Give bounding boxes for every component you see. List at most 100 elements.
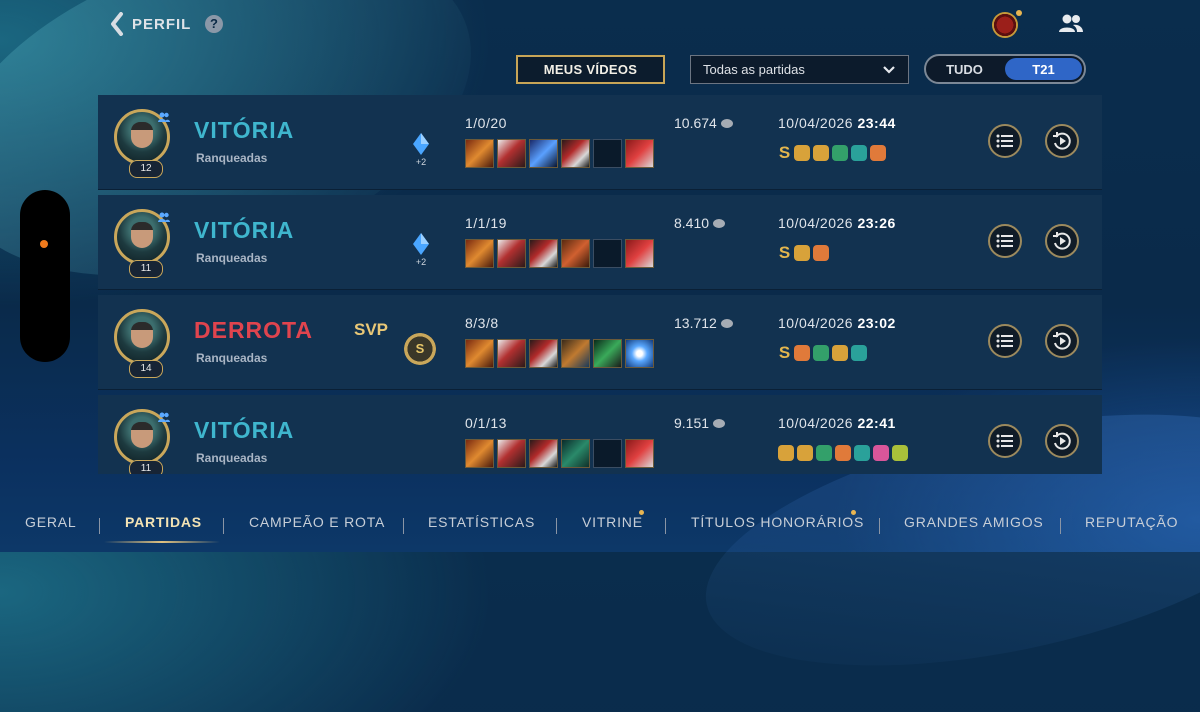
tab-separator (556, 518, 557, 534)
tab-honor-titles[interactable]: TÍTULOS HONORÁRIOS (691, 514, 864, 530)
match-datetime: 10/04/2026 23:44 (778, 115, 896, 131)
achievement-badge (778, 445, 794, 461)
gold-earned: 9.151 (674, 415, 726, 431)
gold-value: 10.674 (674, 115, 717, 131)
replay-button[interactable] (1045, 224, 1079, 258)
s-rank-badge: S (778, 243, 791, 262)
item-slot (561, 239, 590, 268)
season-option-all[interactable]: TUDO (926, 56, 1003, 82)
item-slot (561, 439, 590, 468)
champion-portrait (131, 322, 153, 348)
champion-portrait (131, 222, 153, 248)
replay-icon (1053, 332, 1071, 350)
item-slot (497, 239, 526, 268)
item-slot (529, 239, 558, 268)
match-row[interactable]: 12 VITÓRIA Ranqueadas +2 1/0/20 10.674 1… (98, 95, 1102, 190)
champion-level: 11 (129, 460, 163, 474)
tab-statistics[interactable]: ESTATÍSTICAS (428, 514, 535, 530)
tab-reputation[interactable]: REPUTAÇÃO (1085, 514, 1178, 530)
item-slot (465, 439, 494, 468)
help-icon[interactable]: ? (205, 15, 223, 33)
achievement-badge (832, 145, 848, 161)
tab-champion-role[interactable]: CAMPEÃO E ROTA (249, 514, 385, 530)
match-details-button[interactable] (988, 324, 1022, 358)
replay-button[interactable] (1045, 424, 1079, 458)
tab-separator (665, 518, 666, 534)
indicator-dot (40, 240, 48, 248)
friends-icon[interactable] (1058, 12, 1084, 36)
match-details-button[interactable] (988, 424, 1022, 458)
gold-value: 9.151 (674, 415, 710, 431)
gold-value: 8.410 (674, 215, 710, 231)
achievement-badge (835, 445, 851, 461)
notification-dot (851, 510, 856, 515)
kda-score: 1/0/20 (465, 115, 507, 131)
gold-coin-icon (720, 118, 733, 128)
match-row[interactable]: 14 DERROTA Ranqueadas SVP S 8/3/8 13.712… (98, 295, 1102, 390)
match-row[interactable]: 11 VITÓRIA Ranqueadas +2 1/1/19 8.410 10… (98, 195, 1102, 290)
match-time: 23:26 (857, 215, 896, 231)
item-slot (497, 439, 526, 468)
device-camera-cutout (20, 190, 70, 362)
notification-dot (639, 510, 644, 515)
svp-medal-icon: S (404, 333, 436, 365)
rank-emblem-icon[interactable] (992, 10, 1022, 38)
empty-item-slot (593, 439, 622, 468)
champion-level: 12 (129, 160, 163, 178)
item-slot (561, 139, 590, 168)
season-option-t21[interactable]: T21 (1005, 58, 1082, 80)
achievement-badges: S (778, 344, 867, 361)
match-datetime: 10/04/2026 23:02 (778, 315, 896, 331)
achievement-badge (797, 445, 813, 461)
item-slot (625, 439, 654, 468)
match-time: 22:41 (857, 415, 896, 431)
back-button[interactable]: PERFIL (110, 12, 191, 36)
match-row[interactable]: 11 VITÓRIA Ranqueadas 0/1/13 9.151 10/04… (98, 395, 1102, 474)
achievement-badges (778, 445, 908, 461)
match-history-list[interactable]: 12 VITÓRIA Ranqueadas +2 1/0/20 10.674 1… (98, 95, 1102, 474)
match-filter-select[interactable]: Todas as partidas (690, 55, 909, 84)
replay-button[interactable] (1045, 324, 1079, 358)
achievement-badges: S (778, 144, 886, 161)
match-date: 10/04/2026 (778, 315, 854, 331)
gold-earned: 8.410 (674, 215, 726, 231)
chevron-down-icon (883, 65, 895, 74)
rank-gem: +2 (411, 133, 431, 167)
item-slot (561, 339, 590, 368)
item-slot (497, 339, 526, 368)
match-result: DERROTA (194, 317, 314, 343)
empty-item-slot (593, 239, 622, 268)
match-result: VITÓRIA (194, 417, 295, 443)
item-slot (529, 339, 558, 368)
achievement-badge (892, 445, 908, 461)
match-date: 10/04/2026 (778, 115, 854, 131)
item-slot (625, 239, 654, 268)
gem-bonus: +2 (415, 157, 427, 167)
tab-matches[interactable]: PARTIDAS (125, 514, 202, 530)
champion-avatar: 14 (114, 309, 170, 378)
replay-icon (1053, 132, 1071, 150)
match-details-button[interactable] (988, 124, 1022, 158)
my-videos-button[interactable]: MEUS VÍDEOS (516, 55, 665, 84)
season-toggle[interactable]: TUDO T21 (924, 54, 1086, 84)
item-slot (497, 139, 526, 168)
chevron-left-icon (111, 12, 123, 36)
replay-button[interactable] (1045, 124, 1079, 158)
gold-value: 13.712 (674, 315, 717, 331)
tab-best-friends[interactable]: GRANDES AMIGOS (904, 514, 1044, 530)
item-build (465, 339, 654, 368)
rank-gem: +2 (411, 233, 431, 267)
achievement-badges: S (778, 243, 829, 262)
kda-score: 0/1/13 (465, 415, 507, 431)
tab-overview[interactable]: GERAL (25, 514, 76, 530)
profile-tabs: GERAL PARTIDAS CAMPEÃO E ROTA ESTATÍSTIC… (0, 506, 1200, 546)
champion-level: 11 (129, 260, 163, 278)
tab-showcase[interactable]: VITRINE (582, 514, 643, 530)
tab-separator (1060, 518, 1061, 534)
match-details-button[interactable] (988, 224, 1022, 258)
item-slot (529, 139, 558, 168)
match-time: 23:02 (857, 315, 896, 331)
item-slot (529, 439, 558, 468)
item-slot (465, 339, 494, 368)
gold-earned: 10.674 (674, 115, 733, 131)
